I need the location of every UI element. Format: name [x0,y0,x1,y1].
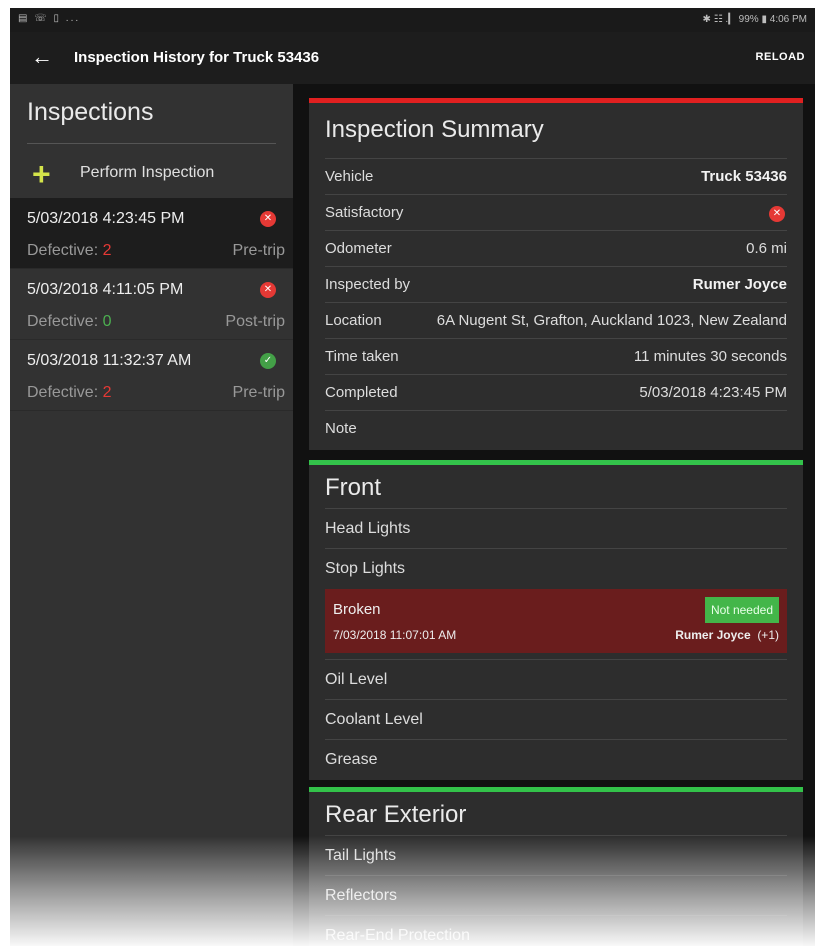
check-item[interactable]: Tail Lights [325,835,787,875]
check-item[interactable]: Oil Level [325,659,787,699]
arrow-left-icon[interactable]: ← [28,44,56,72]
check-item[interactable]: Head Lights [325,508,787,548]
page-title: Inspection History for Truck 53436 [74,49,320,66]
defective-label: Defective: [27,384,99,401]
check-item-label: Tail Lights [325,847,397,864]
inspection-datetime: 5/03/2018 4:11:05 PM [27,281,184,298]
divider [27,143,276,144]
check-item-label: Rear-End Protection [325,927,470,944]
check-item-label: Reflectors [325,887,398,904]
check-item-label: Head Lights [325,520,411,537]
defective-count: 2 [102,242,112,259]
row-label: Inspected by [325,276,411,293]
section-title: Rear Exterior [325,801,467,828]
row-label: Location [325,312,382,329]
check-item[interactable]: Grease [325,739,787,779]
section-title: Front [325,474,382,501]
trip-type: Post-trip [225,313,285,330]
summary-row-inspected-by: Inspected by Rumer Joyce [325,266,787,302]
inspection-list-item[interactable]: 5/03/2018 4:23:45 PM ✕ Defective: 2 Pre-… [10,198,293,269]
row-label: Time taken [325,348,399,365]
rear-exterior-section-card: Rear Exterior Tail Lights Reflectors Rea… [309,787,803,946]
summary-row-note: Note [325,410,787,446]
trip-type: Pre-trip [232,384,285,401]
defect-inspector: Rumer Joyce (+1) [675,628,779,642]
trip-type: Pre-trip [232,242,285,259]
summary-row-time-taken: Time taken 11 minutes 30 seconds [325,338,787,374]
summary-row-location: Location 6A Nugent St, Grafton, Auckland… [325,302,787,338]
perform-inspection-label: Perform Inspection [80,164,215,181]
defective-summary: Defective: 2 [27,384,112,402]
check-item-label: Stop Lights [325,560,406,577]
summary-row-vehicle: Vehicle Truck 53436 [325,158,787,194]
row-label: Note [325,420,357,437]
defective-summary: Defective: 2 [27,242,112,260]
summary-accent-bar [309,98,803,103]
summary-row-satisfactory: Satisfactory ✕ [325,194,787,230]
status-bar: ▤ ☏ ▯ ... ✱ ☷ .▎ 99% ▮ 4:06 PM [10,8,815,32]
inspections-sidebar: Inspections + Perform Inspection 5/03/20… [10,84,293,946]
status-icons-right: ✱ ☷ .▎ 99% ▮ 4:06 PM [702,14,807,25]
inspection-detail-panel: Inspection Summary Vehicle Truck 53436 S… [293,84,815,946]
section-accent-bar [309,787,803,792]
plus-icon: + [32,156,51,192]
section-accent-bar [309,460,803,465]
inspection-list-item[interactable]: 5/03/2018 4:11:05 PM ✕ Defective: 0 Post… [10,269,293,340]
row-label: Completed [325,384,398,401]
perform-inspection-button[interactable]: + Perform Inspection [10,150,293,198]
summary-title: Inspection Summary [325,116,544,143]
extra-count: (+1) [757,628,779,642]
defect-title: Broken [333,601,381,618]
defective-status-icon: ✕ [260,211,276,227]
defect-entry[interactable]: Broken 7/03/2018 11:07:01 AM Not needed … [325,589,787,653]
check-item[interactable]: Rear-End Protection [325,915,787,946]
check-item[interactable]: Reflectors [325,875,787,915]
summary-row-completed: Completed 5/03/2018 4:23:45 PM [325,374,787,410]
sidebar-heading: Inspections [27,98,154,126]
not-needed-badge[interactable]: Not needed [704,597,779,623]
reload-button[interactable]: RELOAD [756,51,805,63]
row-value: 6A Nugent St, Grafton, Auckland 1023, Ne… [436,312,787,329]
row-value: 5/03/2018 4:23:45 PM [639,384,787,401]
inspection-datetime: 5/03/2018 4:23:45 PM [27,210,185,227]
check-item-label: Grease [325,751,378,768]
check-item[interactable]: Stop Lights [325,548,787,588]
defective-status-icon: ✕ [260,282,276,298]
defective-count: 2 [102,384,112,401]
row-value: Rumer Joyce [692,276,787,293]
inspection-datetime: 5/03/2018 11:32:37 AM [27,352,192,369]
status-icons-left: ▤ ☏ ▯ ... [18,13,81,24]
row-label: Satisfactory [325,204,404,221]
row-label: Vehicle [325,168,374,185]
front-section-card: Front Head Lights Stop Lights Broken 7/0… [309,460,803,780]
row-value: Truck 53436 [701,168,787,185]
defective-count: 0 [102,313,112,330]
inspection-summary-card: Inspection Summary Vehicle Truck 53436 S… [309,98,803,450]
row-label: Odometer [325,240,392,257]
app-bar: ← Inspection History for Truck 53436 REL… [10,32,815,84]
inspector-name: Rumer Joyce [675,628,751,642]
summary-row-odometer: Odometer 0.6 mi [325,230,787,266]
defective-label: Defective: [27,242,99,259]
unsatisfactory-icon: ✕ [769,206,785,222]
device-screen: ▤ ☏ ▯ ... ✱ ☷ .▎ 99% ▮ 4:06 PM ← Inspect… [10,8,815,946]
row-value: 0.6 mi [746,240,787,257]
inspection-list-item[interactable]: 5/03/2018 11:32:37 AM ✓ Defective: 2 Pre… [10,340,293,411]
defect-datetime: 7/03/2018 11:07:01 AM [333,628,457,642]
check-item-label: Coolant Level [325,711,423,728]
check-status-icon: ✓ [260,353,276,369]
defective-label: Defective: [27,313,99,330]
row-value: 11 minutes 30 seconds [633,348,787,365]
defective-summary: Defective: 0 [27,313,112,331]
check-item-label: Oil Level [325,671,388,688]
check-item[interactable]: Coolant Level [325,699,787,739]
